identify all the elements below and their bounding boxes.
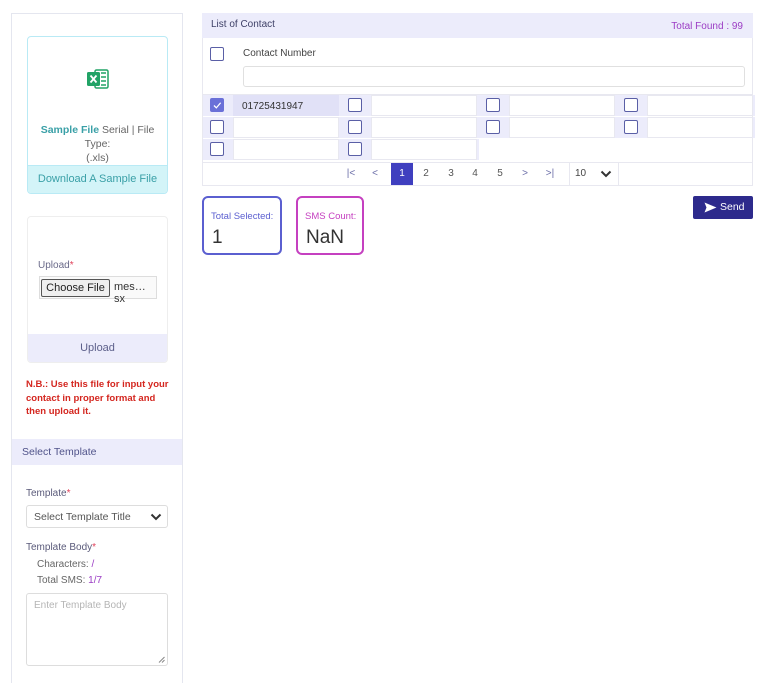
resize-handle-icon[interactable] — [158, 656, 165, 663]
contact-checkbox[interactable] — [486, 98, 500, 112]
sms-count-card: SMS Count: NaN — [296, 196, 364, 255]
page-button-3[interactable]: 3 — [441, 163, 461, 185]
sample-file-type: (.xls) — [86, 152, 109, 164]
template-body-textarea[interactable]: Enter Template Body — [26, 593, 168, 666]
template-body-placeholder: Enter Template Body — [34, 600, 127, 611]
sms-count-value: NaN — [306, 227, 345, 248]
page-size-value: 10 — [575, 168, 587, 179]
file-input[interactable]: Choose File mes…sx — [39, 276, 157, 305]
contact-checkbox[interactable] — [210, 120, 224, 134]
upload-button[interactable]: Upload — [28, 334, 167, 362]
template-select[interactable]: Select Template Title — [26, 505, 168, 528]
page-button-1[interactable]: 1 — [391, 163, 413, 185]
select-template-header: Select Template — [12, 439, 182, 465]
contact-grid: 01725431947 — [202, 95, 755, 162]
page-button-5[interactable]: 5 — [490, 163, 510, 185]
template-label: Template* — [26, 488, 71, 499]
contact-number-field — [371, 139, 477, 160]
contact-checkbox[interactable] — [348, 120, 362, 134]
sms-count-label: SMS Count: — [305, 211, 357, 222]
contact-cell — [479, 117, 617, 138]
upload-note: N.B.: Use this file for input your conta… — [26, 379, 169, 417]
total-selected-card: Total Selected: 1 — [202, 196, 282, 255]
contact-cell: 01725431947 — [203, 95, 341, 116]
send-icon — [704, 202, 717, 213]
contact-checkbox[interactable] — [624, 98, 638, 112]
contact-cell — [203, 139, 341, 160]
contact-number-field — [509, 117, 615, 138]
download-sample-button[interactable]: Download A Sample File — [28, 165, 167, 193]
next-page-button[interactable]: > — [515, 163, 535, 185]
contact-cell — [479, 95, 617, 116]
template-select-value: Select Template Title — [34, 511, 131, 523]
page-button-2[interactable]: 2 — [416, 163, 436, 185]
check-icon — [213, 101, 221, 109]
contact-number-field — [371, 117, 477, 138]
page-size-select[interactable]: 10 — [569, 163, 619, 185]
total-selected-label: Total Selected: — [211, 211, 274, 222]
send-button[interactable]: Send — [693, 196, 753, 219]
contact-cell — [341, 117, 479, 138]
contact-number-field — [233, 117, 339, 138]
chevron-down-icon — [150, 513, 162, 521]
first-page-button[interactable]: |< — [341, 163, 361, 185]
contact-cell — [617, 117, 755, 138]
contact-checkbox[interactable] — [210, 142, 224, 156]
sample-file-card: Sample File Serial | File Type: (.xls) D… — [27, 36, 168, 194]
contact-number-field — [371, 95, 477, 116]
characters-count: Characters: / — [37, 559, 95, 570]
contact-checkbox[interactable] — [348, 142, 362, 156]
total-selected-value: 1 — [212, 227, 223, 248]
chevron-down-icon — [600, 170, 612, 178]
last-page-button[interactable]: >| — [539, 163, 561, 185]
contact-number-column-label: Contact Number — [243, 48, 316, 59]
template-body-label: Template Body* — [26, 542, 97, 553]
contact-number-field — [647, 117, 753, 138]
contact-checkbox[interactable] — [624, 120, 638, 134]
contact-checkbox[interactable] — [486, 120, 500, 134]
contact-number-field — [647, 95, 753, 116]
contact-cell — [203, 117, 341, 138]
choose-file-button[interactable]: Choose File — [41, 279, 110, 297]
contact-checkbox[interactable] — [348, 98, 362, 112]
prev-page-button[interactable]: < — [365, 163, 385, 185]
contact-table-head: Contact Number — [202, 38, 753, 95]
upload-card: Upload* Choose File mes…sx Upload — [27, 216, 168, 363]
total-found-count: Total Found : 99 — [671, 21, 743, 32]
contact-list-header: List of Contact Total Found : 99 — [202, 13, 753, 38]
sample-file-label: Sample File — [40, 124, 100, 136]
contact-cell — [341, 95, 479, 116]
contact-number-field: 01725431947 — [233, 95, 339, 116]
page-button-4[interactable]: 4 — [465, 163, 485, 185]
contact-checkbox[interactable] — [210, 98, 224, 112]
excel-icon — [87, 69, 109, 89]
upload-label: Upload* — [38, 260, 74, 271]
select-all-checkbox[interactable] — [210, 47, 224, 61]
contact-list-title: List of Contact — [211, 19, 275, 30]
total-sms-count: Total SMS: 1/7 — [37, 575, 103, 586]
contact-number-field — [509, 95, 615, 116]
selected-file-name: mes…sx — [114, 281, 146, 305]
sample-file-description: Sample File Serial | File Type: (.xls) — [30, 123, 165, 165]
contact-number-text: 01725431947 — [242, 101, 304, 112]
pagination: |< < 1 2 3 4 5 > >| 10 — [202, 162, 753, 186]
contact-cell — [341, 139, 479, 160]
left-sidebar: Sample File Serial | File Type: (.xls) D… — [11, 13, 183, 683]
contact-number-filter-input[interactable] — [243, 66, 745, 87]
send-button-label: Send — [720, 201, 745, 213]
contact-number-field — [233, 139, 339, 160]
contact-cell — [617, 95, 755, 116]
